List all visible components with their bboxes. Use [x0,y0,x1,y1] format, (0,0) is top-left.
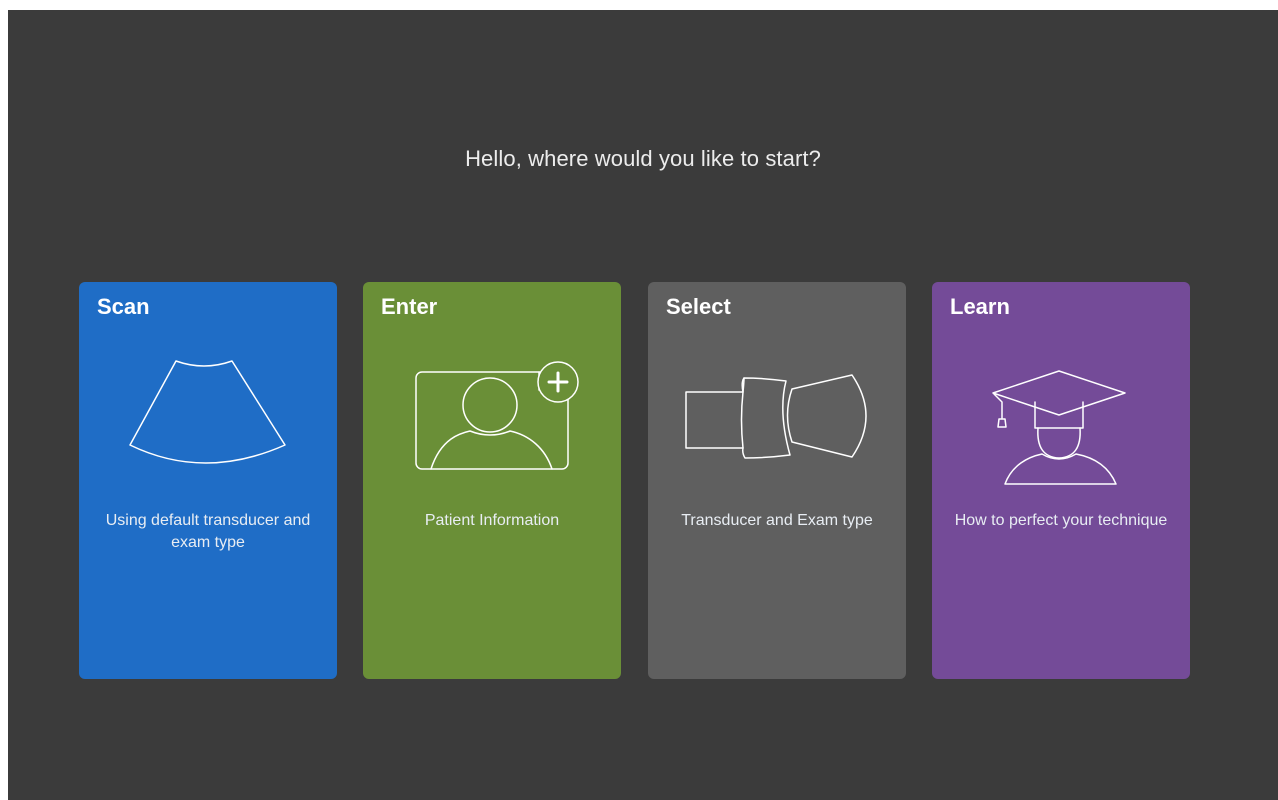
learn-card-title: Learn [950,294,1010,319]
learn-card[interactable]: Learn How to perfect your technique [932,282,1190,679]
select-card-title: Select [666,294,731,319]
enter-card-title: Enter [381,294,438,319]
enter-card[interactable]: Enter Patient Information [363,282,621,679]
greeting-heading: Hello, where would you like to start? [465,146,821,171]
learn-card-description: How to perfect your technique [954,512,1168,529]
transducer-icon [648,342,906,492]
scan-card-description: Using default transducer and exam type [105,512,311,551]
scan-card[interactable]: Scan Using default transducer and exam t… [79,282,337,679]
home-screen: Hello, where would you like to start? Sc… [8,10,1278,800]
scan-card-title: Scan [97,294,150,319]
ultrasound-sector-icon [79,342,337,492]
enter-card-description: Patient Information [424,512,560,529]
graduation-cap-icon [932,342,1190,492]
select-card-description: Transducer and Exam type [681,512,873,529]
add-patient-icon [363,342,621,492]
select-card[interactable]: Select Transducer and Exam type [648,282,906,679]
